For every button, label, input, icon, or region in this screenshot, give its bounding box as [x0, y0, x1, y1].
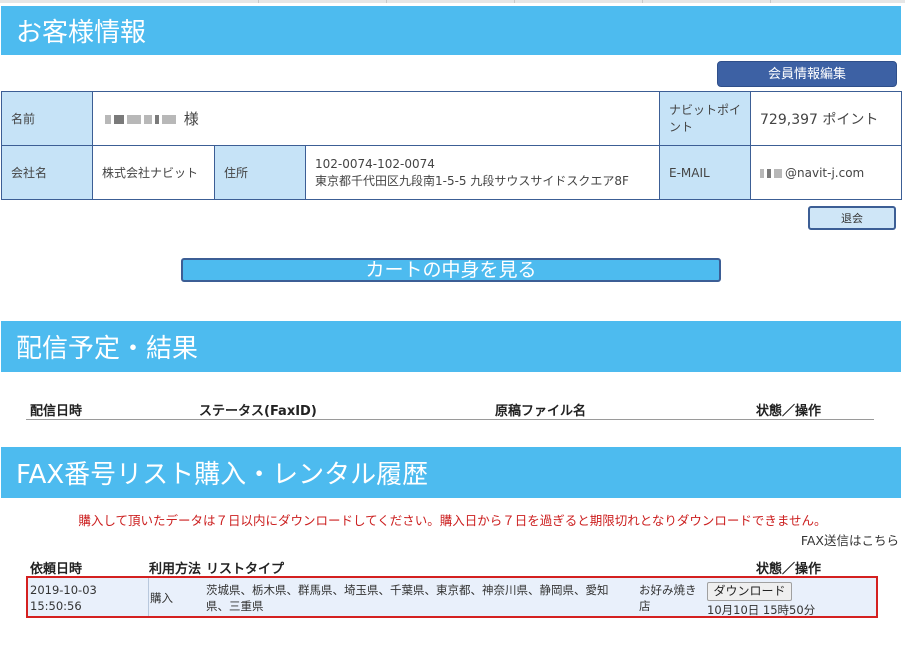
col-list-type: リストタイプ — [206, 562, 285, 577]
history-header: FAX番号リスト購入・レンタル履歴 — [1, 447, 901, 498]
email-domain: @navit-j.com — [785, 165, 865, 180]
expiry-datetime: 10月10日 15時50分 — [707, 603, 816, 617]
email-value: @navit-j.com — [750, 145, 903, 200]
customer-info-title: お客様情報 — [16, 18, 147, 48]
target-regions: 茨城県、栃木県、群馬県、埼玉県、千葉県、東京都、神奈川県、静岡県、愛知 県、三重… — [206, 582, 646, 614]
delivery-title: 配信予定・結果 — [16, 334, 199, 364]
col-status-faxid: ステータス(FaxID) — [199, 404, 317, 419]
address-street: 東京都千代田区九段南1-5-5 九段サウスサイドスクエア8F — [315, 173, 629, 188]
edit-member-info-button[interactable]: 会員情報編集 — [717, 61, 897, 87]
company-label: 会社名 — [1, 145, 93, 200]
col-request-datetime: 依頼日時 — [30, 562, 83, 577]
name-value: 様 — [91, 91, 661, 146]
regions-line2: 県、三重県 — [206, 599, 264, 613]
view-cart-button[interactable]: カートの中身を見る — [181, 258, 721, 282]
delivery-header: 配信予定・結果 — [1, 321, 901, 372]
fax-send-link[interactable]: FAX送信はこちら — [801, 530, 899, 549]
points-label: ナビットポイント — [659, 91, 752, 146]
col-manuscript-file: 原稿ファイル名 — [495, 404, 587, 419]
redacted-email — [760, 166, 785, 180]
delivery-divider — [26, 419, 874, 420]
withdraw-button[interactable]: 退会 — [808, 206, 896, 230]
table-row: 2019-10-03 15:50:56 購入 茨城県、栃木県、群馬県、埼玉県、千… — [26, 576, 878, 618]
address-postal: 102-0074-102-0074 — [315, 156, 435, 171]
col-usage: 利用方法 — [149, 562, 202, 577]
customer-info-header: お客様情報 — [1, 6, 901, 55]
download-notice: 購入して頂いたデータは７日以内にダウンロードしてください。購入日から７日を過ぎる… — [78, 513, 827, 528]
list-type-line1: お好み焼き — [639, 583, 697, 597]
usage-method: 購入 — [150, 591, 173, 605]
company-value: 株式会社ナビット — [92, 145, 215, 200]
email-label: E-MAIL — [659, 145, 752, 200]
regions-line1: 茨城県、栃木県、群馬県、埼玉県、千葉県、東京都、神奈川県、静岡県、愛知 — [206, 583, 609, 597]
col-delivery-datetime: 配信日時 — [30, 404, 83, 419]
request-date: 2019-10-03 — [30, 583, 97, 597]
top-tab-strip — [0, 0, 905, 3]
list-type-value: お好み焼き 店 — [639, 582, 697, 614]
col-history-state: 状態／操作 — [756, 562, 822, 577]
history-title: FAX番号リスト購入・レンタル履歴 — [16, 460, 429, 490]
name-suffix: 様 — [183, 110, 199, 128]
address-value: 102-0074-102-0074 東京都千代田区九段南1-5-5 九段サウスサ… — [304, 145, 661, 200]
request-time: 15:50:56 — [30, 599, 82, 613]
redacted-name — [105, 110, 184, 128]
customer-info-table: 名前 様 ナビットポイント 729,397 ポイント 会社名 株式会社ナビット … — [1, 91, 903, 200]
name-label: 名前 — [1, 91, 93, 146]
request-datetime: 2019-10-03 15:50:56 — [30, 582, 97, 614]
points-value: 729,397 ポイント — [750, 91, 903, 146]
row-separator — [148, 578, 149, 616]
address-label: 住所 — [214, 145, 306, 200]
download-button[interactable]: ダウンロード — [707, 582, 792, 601]
list-type-line2: 店 — [639, 599, 651, 613]
col-delivery-state: 状態／操作 — [756, 404, 822, 419]
